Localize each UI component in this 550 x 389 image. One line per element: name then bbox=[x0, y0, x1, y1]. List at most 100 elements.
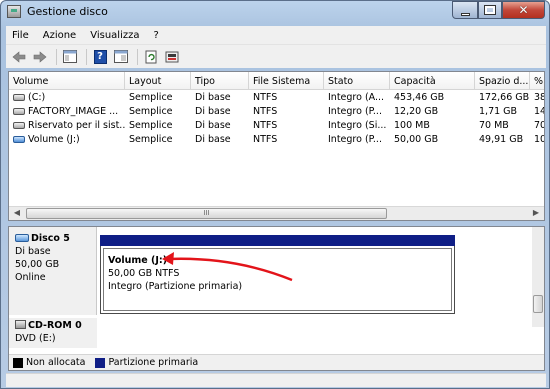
layout-cell: Semplice bbox=[129, 120, 173, 131]
volume-icon bbox=[13, 136, 25, 143]
volume-rows: (C:) Semplice Di base NTFS Integro (A...… bbox=[9, 91, 545, 147]
menu-visualizza[interactable]: Visualizza bbox=[84, 30, 147, 41]
toolbar-separator bbox=[137, 48, 138, 65]
console-tree-button[interactable] bbox=[61, 48, 79, 66]
table-row[interactable]: Riservato per il sist... Semplice Di bas… bbox=[9, 119, 545, 133]
console-tree-icon bbox=[63, 50, 77, 63]
volume-name: Volume (J:) bbox=[28, 134, 80, 145]
disk-status: Online bbox=[15, 272, 46, 283]
volume-cell: FACTORY_IMAGE ... bbox=[9, 105, 125, 119]
stato-cell: Integro (P... bbox=[328, 106, 382, 117]
cdrom-name: CD-ROM 0 bbox=[15, 320, 97, 331]
capacita-cell: 453,46 GB bbox=[394, 92, 445, 103]
tipo-cell: Di base bbox=[195, 120, 231, 131]
column-header-percent[interactable]: % c bbox=[530, 72, 544, 90]
disk-name: Disco 5 bbox=[15, 233, 96, 244]
help-button[interactable]: ? bbox=[91, 48, 109, 66]
disk-management-window: Gestione disco ✕ File Azione Visualizza … bbox=[0, 0, 550, 389]
disk-management-icon bbox=[7, 5, 21, 18]
menu-azione[interactable]: Azione bbox=[37, 30, 84, 41]
hard-disk-icon bbox=[15, 234, 29, 242]
vertical-scroll-thumb[interactable] bbox=[533, 295, 543, 313]
cdrom-name-text: CD-ROM 0 bbox=[28, 320, 82, 331]
legend-unallocated: Non allocata bbox=[26, 357, 86, 368]
volume-cell: Volume (J:) bbox=[9, 133, 125, 147]
column-header-spazio-disponibile[interactable]: Spazio d... bbox=[475, 72, 530, 90]
rescan-disks-button[interactable] bbox=[163, 48, 181, 66]
volume-name: Riservato per il sist... bbox=[28, 120, 125, 131]
stato-cell: Integro (Si... bbox=[328, 120, 387, 131]
percent-cell: 14 bbox=[534, 106, 545, 117]
percent-cell: 70 bbox=[534, 120, 545, 131]
spazio-cell: 49,91 GB bbox=[479, 134, 524, 145]
column-header-capacita[interactable]: Capacità bbox=[390, 72, 475, 90]
toolbar: ? bbox=[6, 44, 546, 68]
scroll-thumb[interactable]: III bbox=[26, 208, 387, 219]
primary-partition-swatch bbox=[95, 357, 106, 368]
column-header-file-sistema[interactable]: File Sistema bbox=[249, 72, 324, 90]
percent-cell: 100 bbox=[534, 134, 544, 145]
window-title: Gestione disco bbox=[27, 5, 108, 18]
table-row[interactable]: (C:) Semplice Di base NTFS Integro (A...… bbox=[9, 91, 544, 105]
partition-status: Integro (Partizione primaria) bbox=[108, 281, 243, 292]
maximize-icon bbox=[484, 5, 496, 15]
volume-list-header: Volume Layout Tipo File Sistema Stato Ca… bbox=[9, 72, 544, 90]
window-controls: ✕ bbox=[452, 1, 545, 19]
disk-size: 50,00 GB bbox=[15, 259, 60, 270]
properties-icon bbox=[114, 50, 128, 63]
cdrom-icon bbox=[15, 320, 26, 329]
tipo-cell: Di base bbox=[195, 92, 231, 103]
horizontal-scrollbar[interactable]: ◀ III ▶ bbox=[9, 206, 544, 220]
layout-cell: Semplice bbox=[129, 134, 173, 145]
spazio-cell: 172,66 GB bbox=[479, 92, 530, 103]
maximize-button[interactable] bbox=[478, 1, 502, 19]
file-sistema-cell: NTFS bbox=[253, 134, 278, 145]
volume-icon bbox=[13, 94, 25, 101]
spazio-cell: 70 MB bbox=[479, 120, 509, 131]
toolbar-separator bbox=[86, 48, 87, 65]
layout-cell: Semplice bbox=[129, 106, 173, 117]
volume-icon bbox=[13, 108, 25, 115]
back-arrow-icon bbox=[12, 50, 26, 63]
cdrom-0-label[interactable]: CD-ROM 0 DVD (E:) bbox=[9, 318, 97, 348]
forward-button[interactable] bbox=[31, 48, 49, 66]
disk-5-label[interactable]: Disco 5 Di base 50,00 GB Online bbox=[9, 227, 97, 315]
close-button[interactable]: ✕ bbox=[502, 1, 545, 19]
file-sistema-cell: NTFS bbox=[253, 120, 278, 131]
back-button[interactable] bbox=[10, 48, 28, 66]
volume-name: (C:) bbox=[28, 92, 46, 103]
unallocated-swatch bbox=[13, 357, 23, 368]
volume-icon bbox=[13, 122, 25, 129]
spazio-cell: 1,71 GB bbox=[479, 106, 518, 117]
vertical-scrollbar[interactable] bbox=[532, 227, 544, 327]
column-header-tipo[interactable]: Tipo bbox=[191, 72, 249, 90]
column-header-stato[interactable]: Stato bbox=[324, 72, 390, 90]
column-header-volume[interactable]: Volume bbox=[9, 72, 125, 90]
scroll-right-icon[interactable]: ▶ bbox=[529, 208, 543, 220]
menu-help[interactable]: ? bbox=[147, 30, 166, 41]
minimize-icon bbox=[460, 12, 470, 16]
table-row[interactable]: Volume (J:) Semplice Di base NTFS Integr… bbox=[9, 133, 544, 147]
forward-arrow-icon bbox=[33, 50, 47, 63]
volume-name: FACTORY_IMAGE ... bbox=[28, 106, 119, 117]
scroll-left-icon[interactable]: ◀ bbox=[10, 208, 24, 220]
tipo-cell: Di base bbox=[195, 134, 231, 145]
refresh-icon bbox=[145, 50, 157, 63]
title-bar[interactable]: Gestione disco ✕ bbox=[1, 1, 549, 23]
capacita-cell: 12,20 GB bbox=[394, 106, 439, 117]
close-icon: ✕ bbox=[518, 3, 529, 17]
minimize-button[interactable] bbox=[452, 1, 478, 19]
legend: Non allocata Partizione primaria bbox=[9, 354, 544, 370]
volume-cell: Riservato per il sist... bbox=[9, 119, 125, 133]
cdrom-drive: DVD (E:) bbox=[15, 333, 56, 344]
volume-list: Volume Layout Tipo File Sistema Stato Ca… bbox=[8, 71, 545, 221]
properties-button[interactable] bbox=[112, 48, 130, 66]
menu-file[interactable]: File bbox=[6, 30, 37, 41]
legend-primary-partition: Partizione primaria bbox=[108, 357, 199, 368]
primary-partition-bar bbox=[100, 235, 455, 246]
capacita-cell: 100 MB bbox=[394, 120, 430, 131]
table-row[interactable]: FACTORY_IMAGE ... Semplice Di base NTFS … bbox=[9, 105, 545, 119]
refresh-button[interactable] bbox=[142, 48, 160, 66]
column-header-layout[interactable]: Layout bbox=[125, 72, 191, 90]
layout-cell: Semplice bbox=[129, 92, 173, 103]
